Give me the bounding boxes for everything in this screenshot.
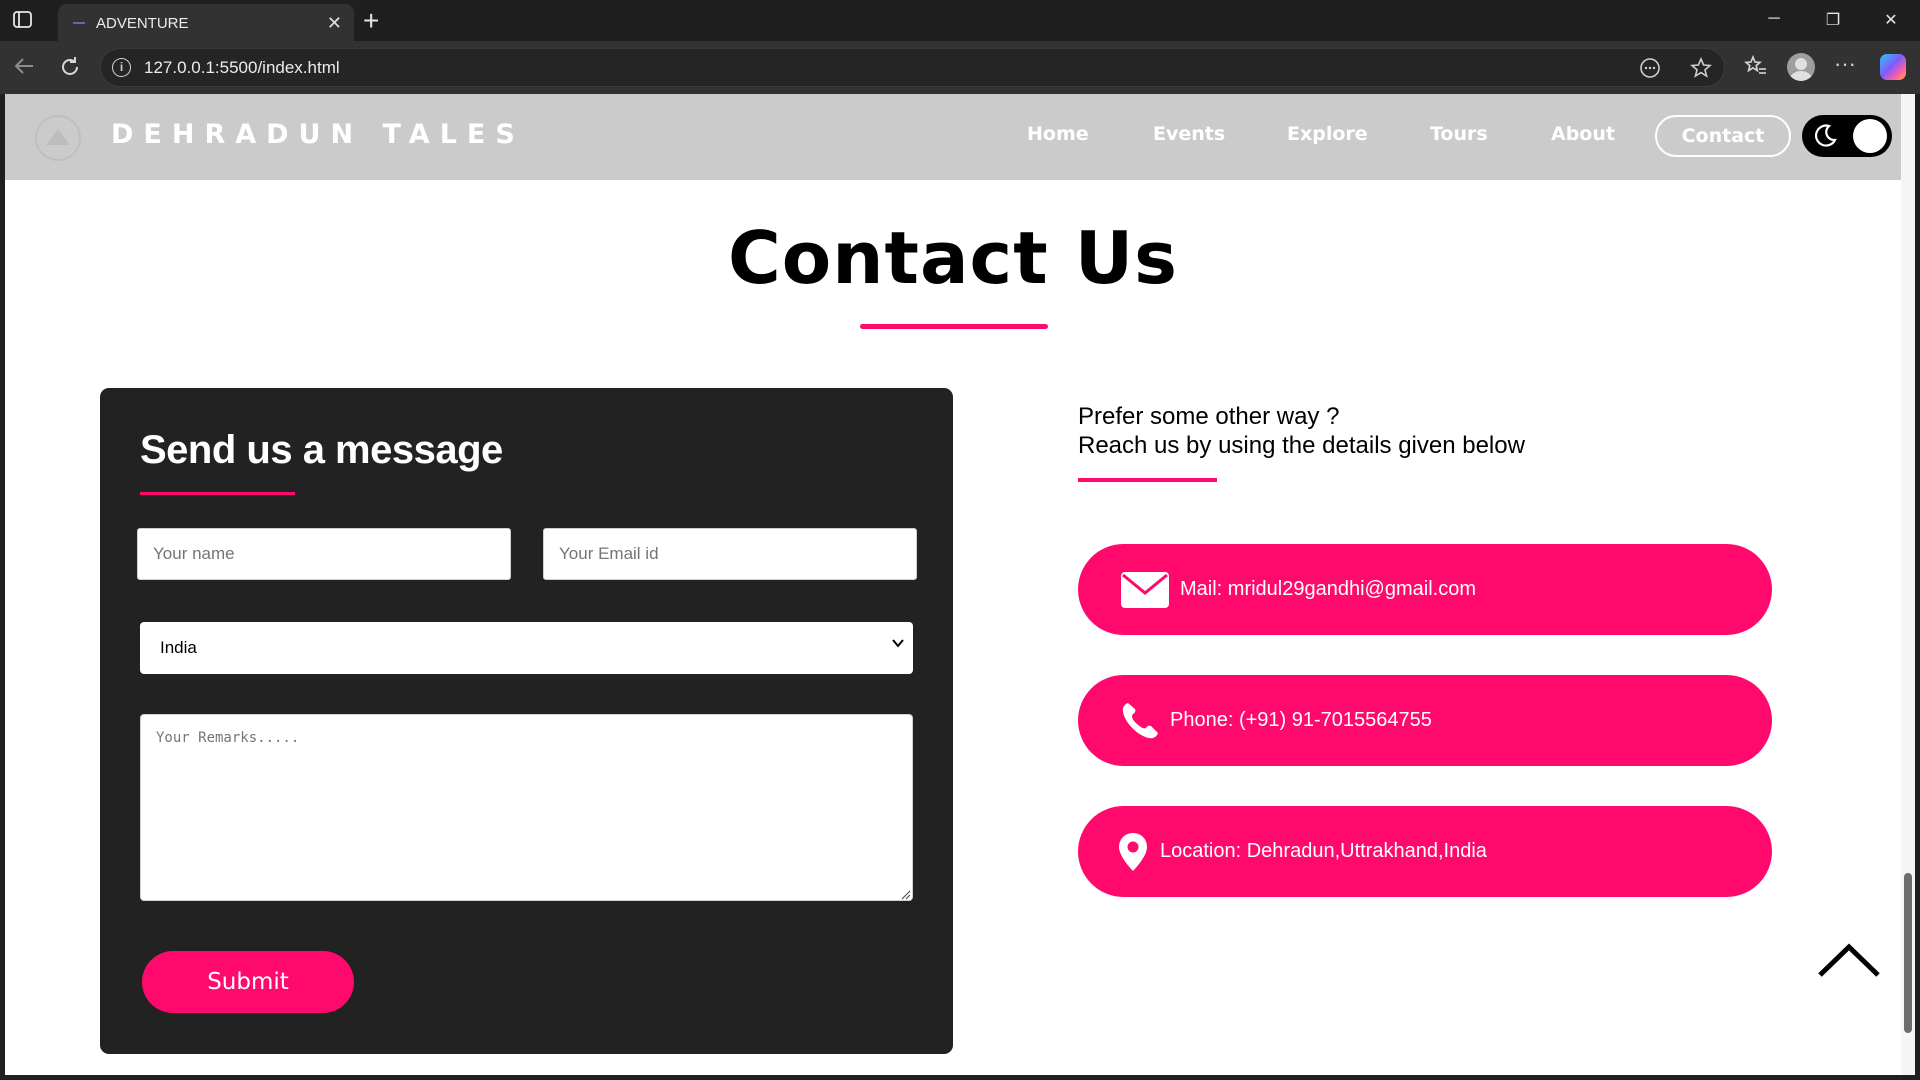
phone-text[interactable]: Phone: (+91) 91-7015564755 xyxy=(1170,675,1432,766)
phone-card[interactable]: Phone: (+91) 91-7015564755 xyxy=(1078,675,1772,766)
location-card[interactable]: Location: Dehradun,Uttrakhand,India xyxy=(1078,806,1772,897)
new-tab-icon[interactable]: + xyxy=(363,5,379,37)
nav-about[interactable]: About xyxy=(1551,123,1615,145)
moon-icon xyxy=(1812,123,1838,149)
country-select[interactable]: India xyxy=(140,622,913,674)
submit-button[interactable]: Submit xyxy=(142,951,354,1013)
info-underline xyxy=(1078,478,1217,482)
title-underline xyxy=(860,324,1048,329)
page-title: Contact Us xyxy=(727,216,1179,300)
info-intro-line1: Prefer some other way ? xyxy=(1078,403,1340,430)
page-viewport: DEHRADUN TALES Home Events Explore Tours… xyxy=(5,94,1915,1075)
site-info-icon[interactable]: i xyxy=(112,58,131,77)
restore-icon[interactable]: ❐ xyxy=(1818,10,1848,30)
nav-explore[interactable]: Explore xyxy=(1287,123,1368,145)
contact-form-panel: Send us a message India Submit xyxy=(100,388,953,1054)
browser-tab[interactable]: ADVENTURE ✕ xyxy=(58,4,354,42)
name-input[interactable] xyxy=(137,528,511,580)
nav-contact-button[interactable]: Contact xyxy=(1655,115,1791,157)
location-text[interactable]: Location: Dehradun,Uttrakhand,India xyxy=(1160,806,1487,897)
toggle-knob xyxy=(1853,119,1887,153)
email-input[interactable] xyxy=(543,528,917,580)
copilot-icon[interactable] xyxy=(1880,54,1906,80)
resize-grip-icon[interactable] xyxy=(899,887,911,900)
mail-text[interactable]: Mail: mridul29gandhi@gmail.com xyxy=(1180,544,1476,635)
site-header: DEHRADUN TALES Home Events Explore Tours… xyxy=(5,94,1901,180)
mountain-logo-icon[interactable] xyxy=(35,115,81,161)
nav-events[interactable]: Events xyxy=(1153,123,1225,145)
nav-tours[interactable]: Tours xyxy=(1430,123,1488,145)
location-pin-icon xyxy=(1118,806,1148,897)
info-intro-line2: Reach us by using the details given belo… xyxy=(1078,432,1525,459)
info-intro: Prefer some other way ? Reach us by usin… xyxy=(1078,402,1525,460)
tab-close-icon[interactable]: ✕ xyxy=(327,13,342,34)
favorite-star-icon[interactable] xyxy=(1690,56,1712,85)
favorites-icon[interactable] xyxy=(1743,54,1768,84)
reader-mode-icon[interactable] xyxy=(1639,57,1661,85)
browser-toolbar: i 127.0.0.1:5500/index.html ··· xyxy=(0,41,1920,94)
reload-icon[interactable] xyxy=(58,55,82,85)
remarks-textarea[interactable] xyxy=(140,714,913,901)
chevron-down-icon xyxy=(891,636,905,650)
tab-actions-icon[interactable] xyxy=(12,10,34,30)
address-bar[interactable]: i 127.0.0.1:5500/index.html xyxy=(100,48,1725,87)
scrollbar-thumb[interactable] xyxy=(1904,873,1912,1033)
nav-home[interactable]: Home xyxy=(1027,123,1089,145)
form-heading: Send us a message xyxy=(140,428,503,472)
page-scrollbar[interactable] xyxy=(1901,94,1915,1075)
tab-title: ADVENTURE xyxy=(96,15,189,32)
back-to-top-icon[interactable] xyxy=(1817,942,1881,978)
dark-mode-toggle[interactable] xyxy=(1802,115,1892,157)
mail-card[interactable]: Mail: mridul29gandhi@gmail.com xyxy=(1078,544,1772,635)
window-close-icon[interactable]: ✕ xyxy=(1876,10,1906,30)
back-icon[interactable] xyxy=(12,55,36,83)
form-heading-underline xyxy=(140,492,295,495)
minimize-icon[interactable]: ─ xyxy=(1759,10,1789,28)
brand-name[interactable]: DEHRADUN TALES xyxy=(111,119,525,150)
more-options-icon[interactable]: ··· xyxy=(1834,51,1856,77)
profile-avatar[interactable] xyxy=(1787,53,1815,81)
url-text: 127.0.0.1:5500/index.html xyxy=(144,58,340,77)
browser-titlebar: ADVENTURE ✕ + ─ ❐ ✕ xyxy=(0,0,1920,42)
country-select-value: India xyxy=(160,638,197,657)
mail-icon xyxy=(1120,544,1170,635)
tab-favicon-icon xyxy=(72,16,86,30)
phone-icon xyxy=(1120,675,1160,766)
